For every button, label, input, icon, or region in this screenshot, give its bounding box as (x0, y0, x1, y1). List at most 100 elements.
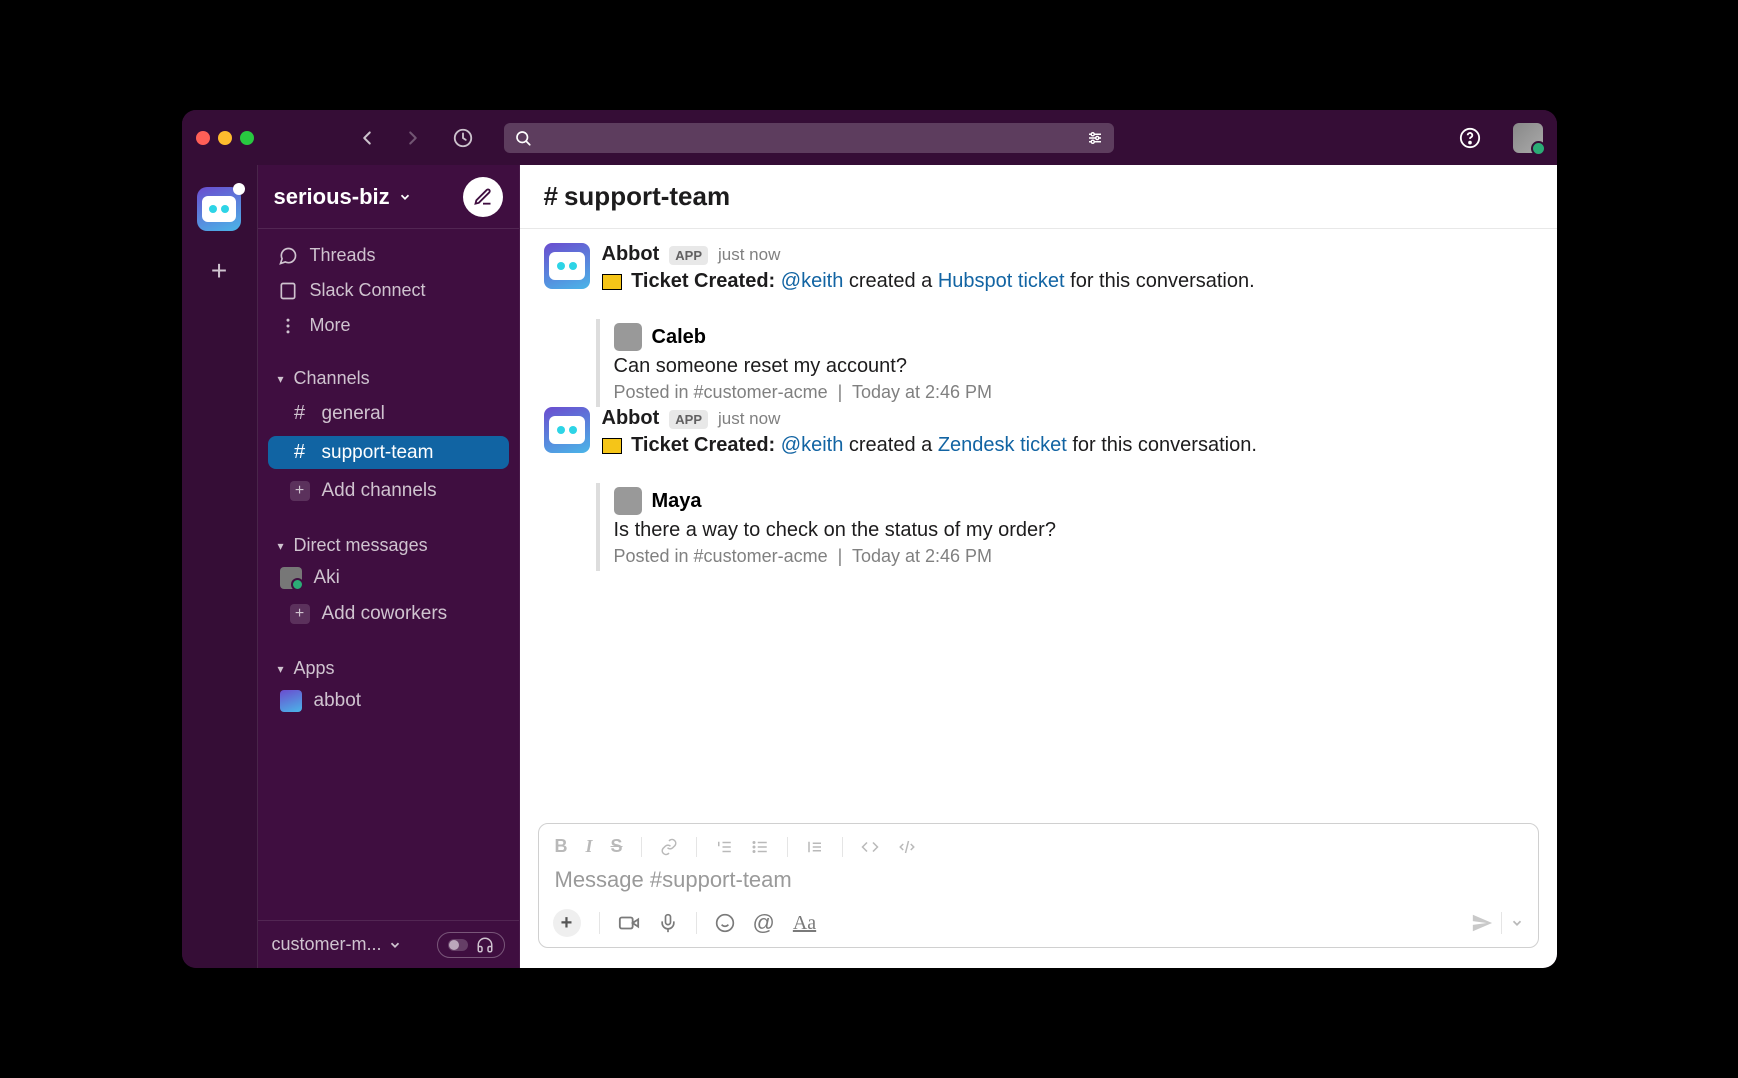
strike-button[interactable]: S (611, 836, 623, 857)
ticket-link[interactable]: Hubspot ticket (938, 270, 1065, 292)
sidebar-item-slack-connect[interactable]: Slack Connect (258, 274, 519, 307)
ticket-icon (602, 438, 622, 454)
search-icon (514, 129, 532, 147)
bold-button[interactable]: B (555, 836, 568, 857)
section-apps[interactable]: ▾ Apps (258, 648, 519, 683)
ticket-link[interactable]: Zendesk ticket (938, 434, 1067, 456)
workspace-header[interactable]: serious-biz (258, 165, 519, 229)
message: Abbot APP just now Ticket Created: @keit… (544, 243, 1533, 407)
emoji-button[interactable] (715, 913, 735, 933)
plus-icon: + (290, 604, 310, 624)
send-options-button[interactable] (1510, 916, 1524, 930)
app-label: abbot (314, 690, 362, 712)
ordered-list-button[interactable] (715, 838, 733, 856)
message-text: Ticket Created: @keith created a Zendesk… (602, 434, 1533, 457)
channel-general[interactable]: # general (268, 397, 509, 430)
sidebar-item-label: More (310, 315, 351, 336)
add-channels-label: Add channels (322, 480, 437, 502)
huddle-toggle[interactable] (448, 939, 468, 951)
plus-icon: + (290, 481, 310, 501)
message-input[interactable]: Message #support-team (553, 865, 1524, 901)
mic-button[interactable] (658, 913, 678, 933)
sender-name[interactable]: Abbot (602, 243, 660, 266)
user-avatar[interactable] (1513, 123, 1543, 153)
sender-name[interactable]: Abbot (602, 407, 660, 430)
channel-support-team[interactable]: # support-team (268, 436, 509, 469)
minimize-window-button[interactable] (218, 131, 232, 145)
help-button[interactable] (1459, 127, 1481, 149)
back-button[interactable] (356, 127, 378, 149)
avatar (614, 323, 642, 351)
code-button[interactable] (861, 838, 879, 856)
app-abbot[interactable]: abbot (258, 685, 519, 717)
message-composer: B I S (538, 823, 1539, 948)
section-dms[interactable]: ▾ Direct messages (258, 525, 519, 560)
attachment-author[interactable]: Caleb (652, 326, 706, 349)
attachment-meta: Posted in #customer-acme | Today at 2:46… (614, 382, 1533, 403)
attachment-author[interactable]: Maya (652, 490, 702, 513)
attachment-meta: Posted in #customer-acme | Today at 2:46… (614, 546, 1533, 567)
sender-avatar[interactable] (544, 243, 590, 289)
attachment-text: Can someone reset my account? (614, 355, 1533, 378)
channel-title: support-team (564, 181, 730, 212)
app-avatar (280, 690, 302, 712)
sidebar: serious-biz Threads (258, 165, 520, 968)
hash-icon: # (290, 441, 310, 464)
bullet-list-button[interactable] (751, 838, 769, 856)
section-label: Apps (294, 658, 335, 679)
user-mention[interactable]: @keith (781, 434, 844, 456)
forward-button[interactable] (402, 127, 424, 149)
codeblock-button[interactable] (897, 838, 917, 856)
add-channels-button[interactable]: + Add channels (268, 475, 509, 507)
maximize-window-button[interactable] (240, 131, 254, 145)
blockquote-button[interactable] (806, 838, 824, 856)
italic-button[interactable]: I (586, 836, 593, 857)
search-input[interactable] (504, 123, 1114, 153)
message-attachment: Caleb Can someone reset my account? Post… (596, 319, 1533, 407)
sidebar-item-threads[interactable]: Threads (258, 239, 519, 272)
section-label: Channels (294, 368, 370, 389)
mention-button[interactable]: @ (753, 910, 775, 936)
close-window-button[interactable] (196, 131, 210, 145)
attach-button[interactable]: + (553, 909, 581, 937)
huddle-control[interactable] (437, 932, 505, 958)
caret-down-icon: ▾ (278, 372, 284, 386)
composer-actions: + @ Aa (553, 901, 1524, 937)
app-window: + serious-biz Threads (182, 110, 1557, 968)
app-badge: APP (669, 410, 708, 429)
avatar (280, 567, 302, 589)
filter-icon[interactable] (1086, 129, 1104, 147)
link-button[interactable] (660, 838, 678, 856)
headphones-icon (476, 936, 494, 954)
dm-label: Aki (314, 567, 340, 589)
history-button[interactable] (452, 127, 474, 149)
sender-avatar[interactable] (544, 407, 590, 453)
add-coworkers-button[interactable]: + Add coworkers (268, 598, 509, 630)
workspace-icon[interactable] (197, 187, 241, 231)
ticket-icon (602, 274, 622, 290)
channel-header[interactable]: #support-team (520, 165, 1557, 229)
user-mention[interactable]: @keith (781, 270, 844, 292)
footer-channel-switcher[interactable]: customer-m... (272, 934, 402, 955)
sidebar-item-more[interactable]: More (258, 309, 519, 342)
message-list: Abbot APP just now Ticket Created: @keit… (520, 229, 1557, 823)
section-channels[interactable]: ▾ Channels (258, 358, 519, 393)
message-timestamp: just now (718, 409, 780, 429)
app-badge: APP (669, 246, 708, 265)
building-icon (278, 281, 298, 301)
add-workspace-button[interactable]: + (211, 255, 227, 287)
titlebar (182, 110, 1557, 165)
sidebar-item-label: Threads (310, 245, 376, 266)
sidebar-item-label: Slack Connect (310, 280, 426, 301)
threads-icon (278, 246, 298, 266)
hash-icon: # (290, 402, 310, 425)
compose-button[interactable] (463, 177, 503, 217)
video-button[interactable] (618, 912, 640, 934)
workspace-rail: + (182, 165, 258, 968)
caret-down-icon: ▾ (278, 539, 284, 553)
dm-aki[interactable]: Aki (258, 562, 519, 594)
format-toggle-button[interactable]: Aa (793, 912, 816, 935)
chevron-down-icon (398, 190, 412, 204)
send-button[interactable] (1471, 912, 1493, 934)
caret-down-icon: ▾ (278, 662, 284, 676)
